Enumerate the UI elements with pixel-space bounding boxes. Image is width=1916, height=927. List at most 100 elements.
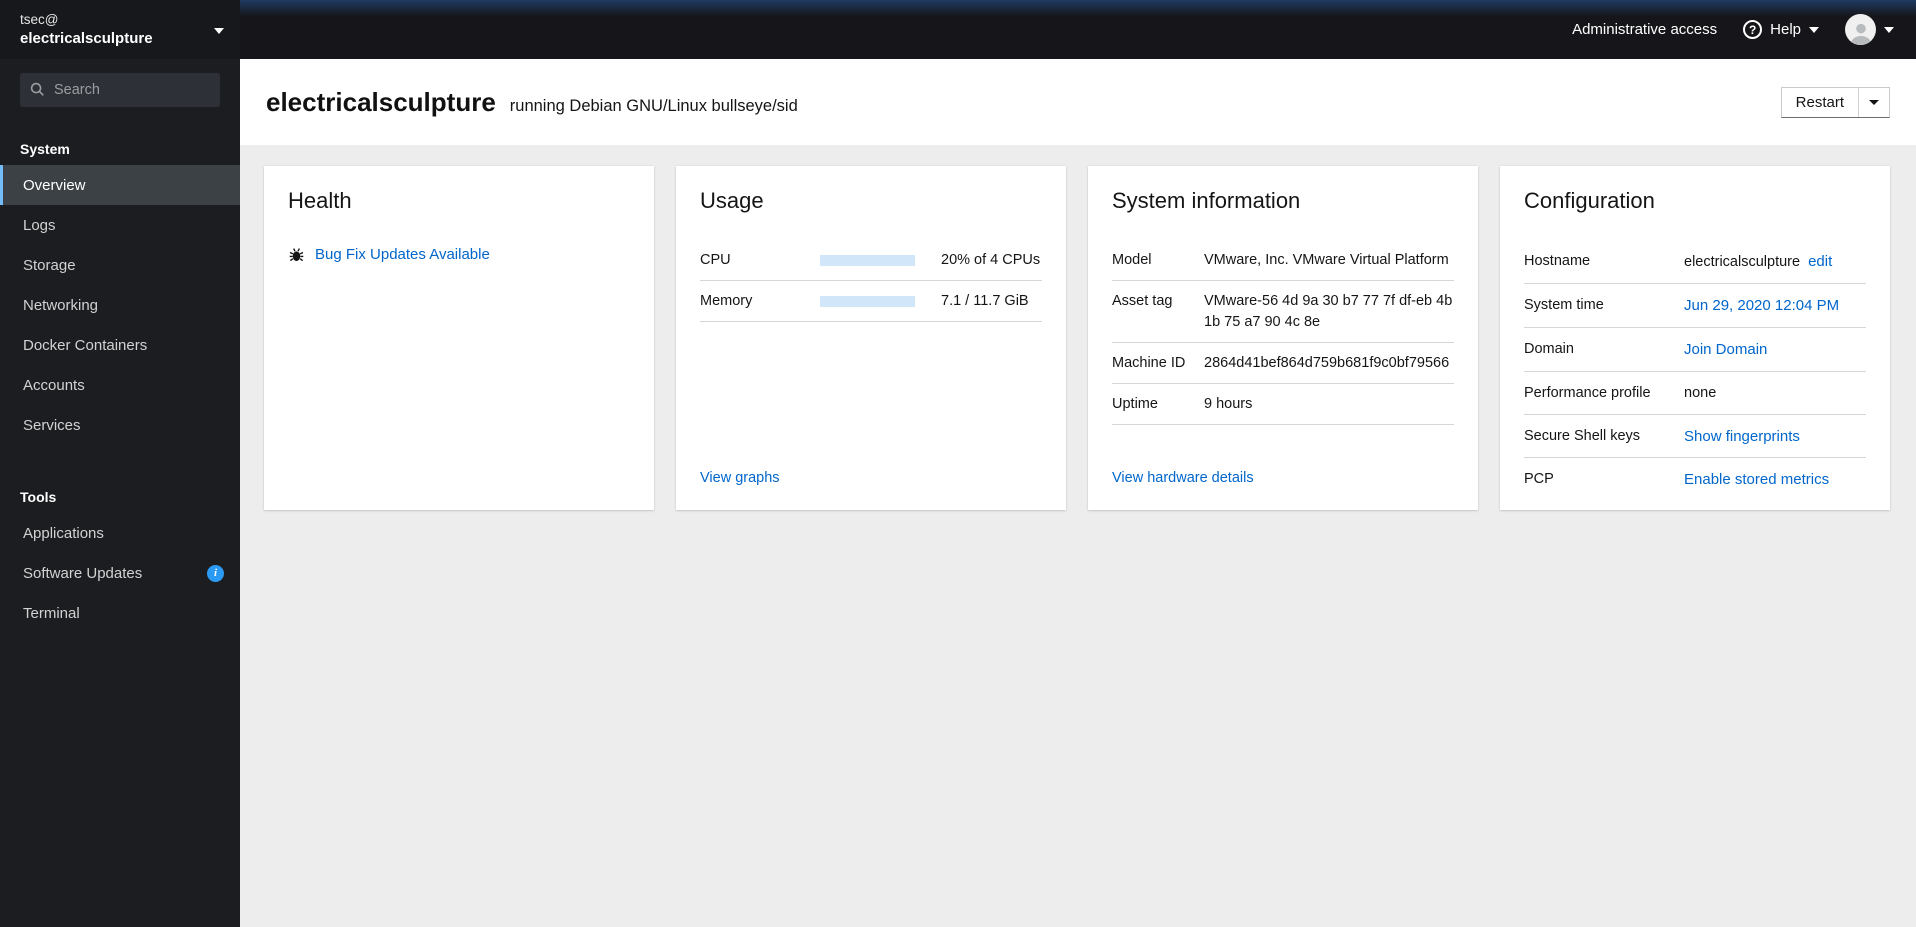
sidebar-item-accounts[interactable]: Accounts <box>0 365 240 405</box>
help-icon: ? <box>1743 20 1763 39</box>
cpu-usage-row: CPU 20% of 4 CPUs <box>700 240 1042 281</box>
sidebar-item-label: Networking <box>23 296 99 314</box>
machine-id-row: Machine ID 2864d41bef864d759b681f9c0bf79… <box>1112 343 1454 385</box>
system-time-link[interactable]: Jun 29, 2020 12:04 PM <box>1684 295 1839 317</box>
uptime-row: Uptime 9 hours <box>1112 384 1454 426</box>
system-time-label: System time <box>1524 297 1604 314</box>
search-input[interactable] <box>20 73 220 107</box>
usage-card-title: Usage <box>700 188 764 213</box>
bug-fix-updates-link[interactable]: Bug Fix Updates Available <box>315 246 490 263</box>
configuration-card: Configuration Hostname electricalsculptu… <box>1500 166 1890 510</box>
sidebar-item-overview[interactable]: Overview <box>0 165 240 205</box>
health-updates-row: Bug Fix Updates Available <box>288 246 630 263</box>
sidebar-item-software-updates[interactable]: Software Updates i <box>0 553 240 593</box>
configuration-card-title: Configuration <box>1524 188 1655 213</box>
enable-stored-metrics-link[interactable]: Enable stored metrics <box>1684 469 1829 491</box>
sidebar-item-label: Services <box>23 416 81 434</box>
domain-row: Domain Join Domain <box>1524 328 1866 372</box>
sidebar-item-networking[interactable]: Networking <box>0 285 240 325</box>
sidebar-item-label: Overview <box>23 176 86 194</box>
restart-dropdown-toggle[interactable] <box>1858 87 1889 117</box>
card-grid: Health Bug Fix Updates Available Usage C… <box>264 166 1890 510</box>
session-menu[interactable] <box>1845 14 1894 45</box>
usage-card: Usage CPU 20% of 4 CPUs Memory 7.1 / 11.… <box>676 166 1066 510</box>
join-domain-link[interactable]: Join Domain <box>1684 339 1767 361</box>
system-time-row: System time Jun 29, 2020 12:04 PM <box>1524 284 1866 328</box>
performance-profile-label: Performance profile <box>1524 384 1651 401</box>
account-user: tsec@ <box>20 12 59 28</box>
help-menu[interactable]: ? Help <box>1743 20 1819 39</box>
sidebar-item-label: Accounts <box>23 376 85 394</box>
account-host: electricalsculpture <box>20 30 153 48</box>
sidebar-item-storage[interactable]: Storage <box>0 245 240 285</box>
asset-tag-value: VMware-56 4d 9a 30 b7 77 7f df-eb 4b 1b … <box>1204 293 1453 331</box>
masthead: Administrative access ? Help <box>240 0 1916 59</box>
sidebar-item-applications[interactable]: Applications <box>0 513 240 553</box>
search-icon <box>30 82 44 96</box>
caret-down-icon <box>1809 26 1819 33</box>
performance-profile-value: none <box>1684 384 1717 401</box>
secure-shell-keys-label: Secure Shell keys <box>1524 427 1641 444</box>
nav-section-system: System <box>20 141 70 157</box>
caret-down-icon <box>1884 26 1894 33</box>
sidebar-item-logs[interactable]: Logs <box>0 205 240 245</box>
help-label: Help <box>1770 21 1801 38</box>
cockpit-app: tsec@ electricalsculpture System Overvie… <box>0 0 1916 927</box>
os-release-text: running Debian GNU/Linux bullseye/sid <box>509 96 798 115</box>
account-block: tsec@ electricalsculpture <box>20 11 153 49</box>
restart-button[interactable]: Restart <box>1782 88 1858 117</box>
nav-section-tools: Tools <box>20 489 57 505</box>
cpu-usage-value: 20% of 4 CPUs <box>941 252 1041 268</box>
host-switcher[interactable]: tsec@ electricalsculpture <box>0 0 240 59</box>
overview-header: electricalsculpture running Debian GNU/L… <box>240 59 1916 145</box>
usage-table: CPU 20% of 4 CPUs Memory 7.1 / 11.7 GiB <box>700 240 1042 322</box>
sidebar-item-label: Software Updates <box>23 564 143 582</box>
sidebar-item-label: Applications <box>23 524 104 542</box>
uptime-label: Uptime <box>1112 396 1158 413</box>
model-label: Model <box>1112 252 1152 268</box>
administrative-access-label: Administrative access <box>1572 21 1718 38</box>
view-hardware-details-link[interactable]: View hardware details <box>1112 470 1254 486</box>
info-badge-icon: i <box>207 564 224 582</box>
main-area: Administrative access ? Help electricals… <box>240 0 1916 927</box>
model-row: Model VMware, Inc. VMware Virtual Platfo… <box>1112 240 1454 282</box>
administrative-access-toggle[interactable]: Administrative access <box>1572 21 1717 38</box>
cpu-label: CPU <box>700 252 731 268</box>
caret-down-icon <box>214 27 224 34</box>
sidebar-item-label: Docker Containers <box>23 336 148 354</box>
bug-icon <box>289 248 304 262</box>
memory-label: Memory <box>700 293 753 309</box>
hostname-row: Hostname electricalsculpture edit <box>1524 240 1866 285</box>
health-card-title: Health <box>288 188 352 213</box>
machine-id-value: 2864d41bef864d759b681f9c0bf79566 <box>1204 355 1450 372</box>
cpu-progress-bar <box>820 254 915 266</box>
hostname-value: electricalsculpture <box>1684 254 1801 270</box>
user-icon <box>1850 23 1871 45</box>
usage-card-footer: View graphs <box>700 470 1042 486</box>
memory-progress-bar <box>820 295 915 307</box>
configuration-table: Hostname electricalsculpture edit System… <box>1524 240 1866 501</box>
pcp-row: PCP Enable stored metrics <box>1524 458 1866 501</box>
sidebar-search <box>20 73 220 107</box>
sidebar-item-docker-containers[interactable]: Docker Containers <box>0 325 240 365</box>
hostname-edit-link[interactable]: edit <box>1808 251 1832 273</box>
sidebar-item-label: Terminal <box>23 604 80 622</box>
show-fingerprints-link[interactable]: Show fingerprints <box>1684 426 1800 448</box>
page-title-hostname: electricalsculpture <box>266 86 496 117</box>
view-graphs-link[interactable]: View graphs <box>700 470 780 486</box>
title-block: electricalsculpture running Debian GNU/L… <box>266 87 798 118</box>
system-information-table: Model VMware, Inc. VMware Virtual Platfo… <box>1112 240 1454 426</box>
restart-split-button: Restart <box>1780 86 1890 118</box>
sidebar-item-services[interactable]: Services <box>0 405 240 445</box>
sidebar: tsec@ electricalsculpture System Overvie… <box>0 0 240 927</box>
performance-profile-row: Performance profile none <box>1524 372 1866 415</box>
avatar <box>1845 14 1876 45</box>
model-value: VMware, Inc. VMware Virtual Platform <box>1204 252 1449 268</box>
domain-label: Domain <box>1524 340 1574 357</box>
asset-tag-row: Asset tag VMware-56 4d 9a 30 b7 77 7f df… <box>1112 281 1454 344</box>
system-information-card: System information Model VMware, Inc. VM… <box>1088 166 1478 510</box>
memory-usage-value: 7.1 / 11.7 GiB <box>941 293 1029 309</box>
asset-tag-label: Asset tag <box>1112 293 1173 310</box>
sidebar-item-terminal[interactable]: Terminal <box>0 593 240 633</box>
hostname-label: Hostname <box>1524 253 1591 269</box>
